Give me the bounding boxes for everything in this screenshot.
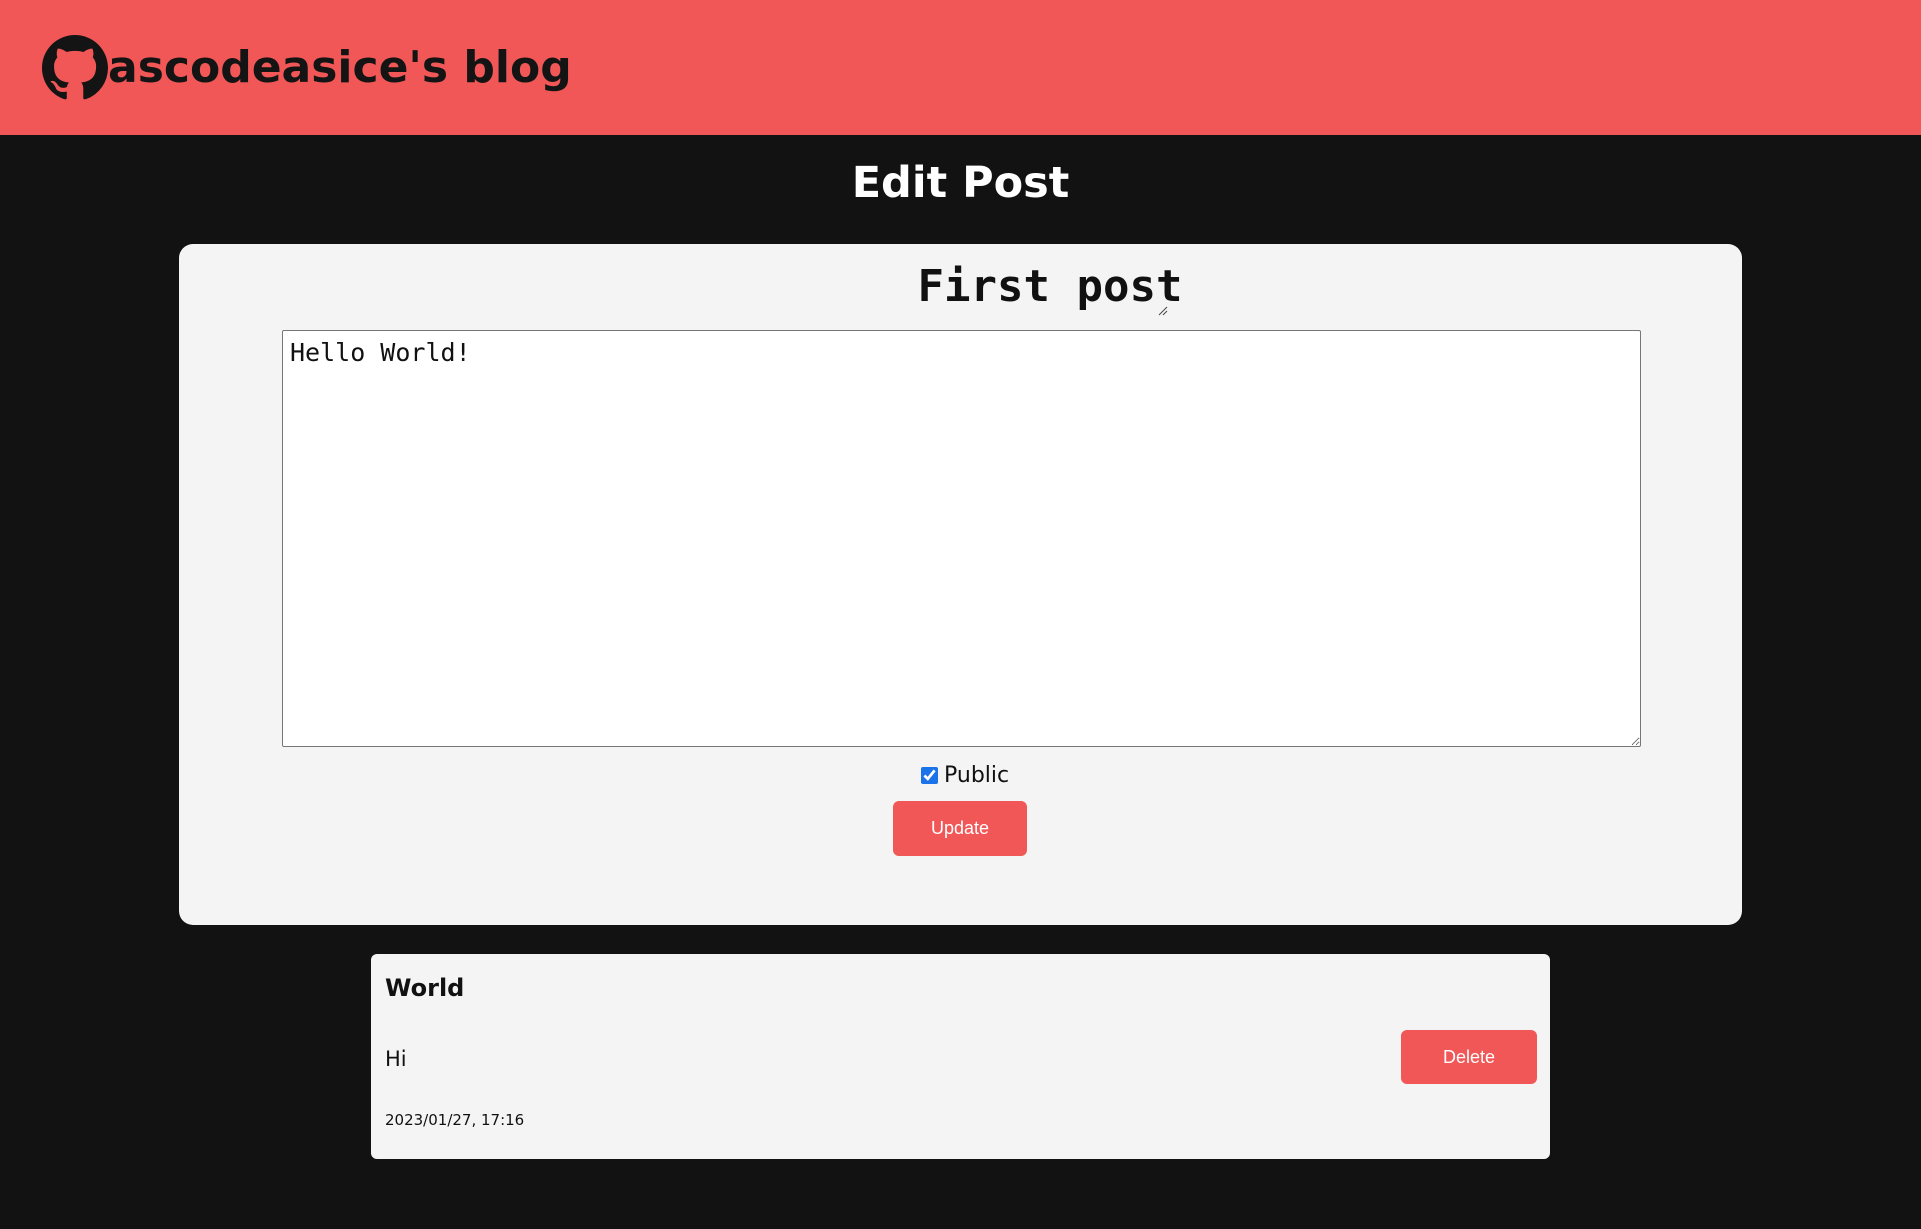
site-header: ascodeasice's blog — [0, 0, 1921, 135]
github-icon — [42, 34, 108, 101]
site-brand-link[interactable]: ascodeasice's blog — [42, 34, 572, 101]
comment-text: Hi — [385, 1047, 407, 1071]
update-button[interactable]: Update — [893, 801, 1027, 856]
comment-date: 2023/01/27, 17:16 — [385, 1111, 525, 1129]
public-toggle[interactable]: Public — [921, 760, 1009, 790]
comment-author: World — [385, 974, 465, 1002]
comment-card: World Hi 2023/01/27, 17:16 Delete — [371, 954, 1550, 1159]
edit-post-form: Hello World! Public Update — [179, 244, 1742, 925]
resize-handle-icon[interactable] — [1158, 306, 1168, 316]
post-body-textarea[interactable]: Hello World! — [282, 330, 1641, 747]
public-label: Public — [944, 762, 1010, 788]
post-title-input[interactable] — [750, 258, 1350, 314]
public-checkbox[interactable] — [921, 766, 938, 784]
site-title: ascodeasice's blog — [108, 42, 572, 93]
delete-comment-button[interactable]: Delete — [1401, 1030, 1537, 1084]
page-title: Edit Post — [851, 158, 1070, 208]
